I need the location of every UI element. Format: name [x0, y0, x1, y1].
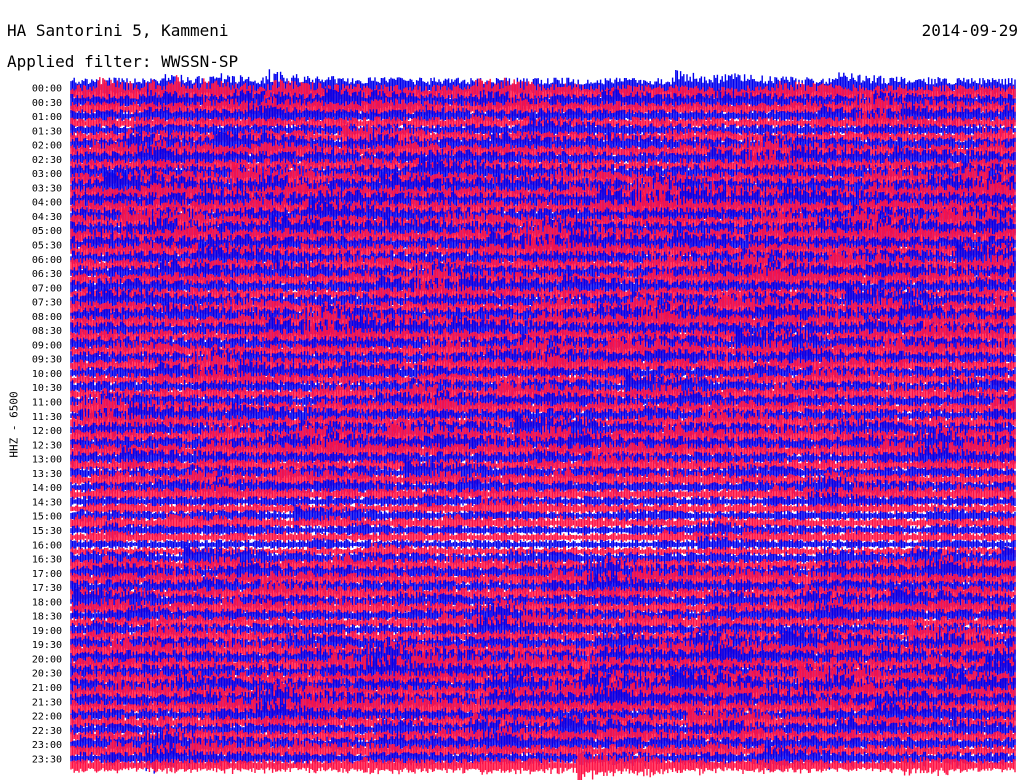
row-time-label: 16:30	[32, 555, 62, 566]
row-time-label: 03:00	[32, 169, 62, 180]
row-time-label: 01:00	[32, 112, 62, 123]
row-time-label: 04:00	[32, 198, 62, 209]
row-time-label: 16:00	[32, 540, 62, 551]
helicorder-plot: 00:00 00:30 01:00 01:30 02:00 02:30 03:00 03:30…	[32, 69, 1016, 780]
row-time-label: 00:00	[32, 84, 62, 95]
row-time-label: 10:30	[32, 383, 62, 394]
row-time-label: 15:30	[32, 526, 62, 537]
row-time-label: 14:00	[32, 483, 62, 494]
row-time-label: 14:30	[32, 497, 62, 508]
row-time-label: 19:00	[32, 626, 62, 637]
row-time-label: 21:30	[32, 697, 62, 708]
row-time-label: 23:30	[32, 754, 62, 765]
row-time-label: 23:00	[32, 740, 62, 751]
row-time-label: 22:00	[32, 712, 62, 723]
row-time-label: 09:00	[32, 340, 62, 351]
row-time-label: 12:30	[32, 440, 62, 451]
row-time-label: 04:30	[32, 212, 62, 223]
row-time-label: 02:30	[32, 155, 62, 166]
row-time-label: 09:30	[32, 355, 62, 366]
row-time-label: 17:00	[32, 569, 62, 580]
row-time-label: 21:00	[32, 683, 62, 694]
row-time-label: 05:30	[32, 241, 62, 252]
row-time-label: 13:00	[32, 455, 62, 466]
row-time-label: 00:30	[32, 98, 62, 109]
row-time-label: 05:00	[32, 226, 62, 237]
row-time-label: 06:00	[32, 255, 62, 266]
row-time-label: 03:30	[32, 183, 62, 194]
row-time-label: 07:30	[32, 298, 62, 309]
row-time-label: 01:30	[32, 126, 62, 137]
row-time-label: 12:00	[32, 426, 62, 437]
row-time-label: 20:00	[32, 654, 62, 665]
row-time-label: 18:30	[32, 612, 62, 623]
row-time-label: 07:00	[32, 283, 62, 294]
row-time-label: 18:00	[32, 597, 62, 608]
row-time-label: 13:30	[32, 469, 62, 480]
row-time-label: 10:00	[32, 369, 62, 380]
row-time-label: 19:30	[32, 640, 62, 651]
row-time-label: 15:00	[32, 512, 62, 523]
row-time-label: 08:30	[32, 326, 62, 337]
trace-group	[70, 69, 1016, 780]
row-time-label: 08:00	[32, 312, 62, 323]
row-time-label: 11:30	[32, 412, 62, 423]
row-time-label: 20:30	[32, 669, 62, 680]
row-time-label: 17:30	[32, 583, 62, 594]
row-time-label: 02:00	[32, 141, 62, 152]
row-time-label: 22:30	[32, 726, 62, 737]
row-time-label: 06:30	[32, 269, 62, 280]
row-time-label: 11:00	[32, 398, 62, 409]
tick-label-group: 00:00 00:30 01:00 01:30 02:00 02:30 03:00 03:30…	[32, 84, 62, 766]
